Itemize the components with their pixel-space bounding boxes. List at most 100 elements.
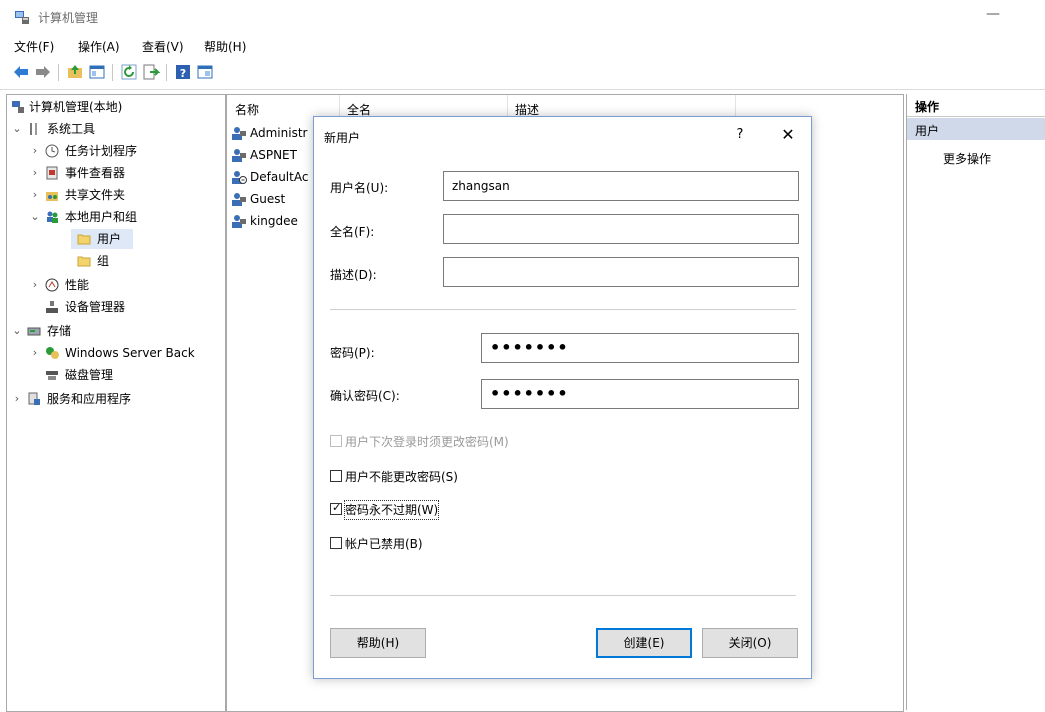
checkbox-label: 用户不能更改密码(S) [345, 470, 458, 484]
close-icon[interactable]: ✕ [778, 125, 798, 144]
chevron-right-icon[interactable]: › [29, 141, 41, 161]
console-tree: 计算机管理(本地) ⌄ 系统工具 › 任务计划程序 › 事件查看器 › 共享文件… [6, 94, 226, 712]
up-folder-icon[interactable] [66, 63, 84, 81]
folder-icon [77, 256, 91, 267]
password-field[interactable]: ••••••• [481, 333, 799, 363]
tree-label: 组 [97, 254, 110, 268]
actions-section-users[interactable]: 用户 [907, 118, 1045, 140]
chevron-down-icon[interactable]: ⌄ [11, 321, 23, 341]
tree-item-device-manager[interactable]: 设备管理器 [7, 297, 223, 317]
actions-pane: 操作 用户 更多操作 [906, 94, 1045, 710]
menu-help[interactable]: 帮助(H) [204, 38, 246, 55]
tree-item-services-apps[interactable]: › 服务和应用程序 [7, 389, 223, 409]
user-icon [232, 193, 246, 206]
help-question-button[interactable]: ? [732, 127, 748, 142]
svg-text:?: ? [180, 67, 186, 80]
tree-label: 设备管理器 [65, 300, 126, 314]
help-button[interactable]: 帮助(H) [330, 628, 426, 658]
forward-arrow-icon[interactable] [34, 63, 52, 81]
create-button[interactable]: 创建(E) [596, 628, 692, 658]
actions-header: 操作 [907, 94, 1045, 117]
chevron-right-icon[interactable]: › [29, 275, 41, 295]
tree-item-system-tools[interactable]: ⌄ 系统工具 [7, 119, 223, 139]
chevron-right-icon[interactable]: › [29, 185, 41, 205]
window-title: 计算机管理 [38, 11, 99, 25]
computer-management-icon [12, 101, 24, 113]
tree-item-users[interactable]: 用户 [7, 229, 223, 249]
chevron-down-icon[interactable]: ⌄ [11, 119, 23, 139]
tree-item-groups[interactable]: 组 [7, 251, 223, 271]
tree-label: 计算机管理(本地) [29, 100, 123, 114]
checkmark-icon: ✓ [332, 501, 342, 514]
chevron-right-icon[interactable]: › [29, 163, 41, 183]
new-user-dialog: 新用户 ? ✕ 用户名(U): zhangsan 全名(F): 描述(D): 密… [313, 116, 812, 679]
menu-view[interactable]: 查看(V) [142, 38, 184, 55]
tree-item-event-viewer[interactable]: › 事件查看器 [7, 163, 223, 183]
checkbox-box[interactable] [330, 435, 342, 447]
checkbox-box[interactable] [330, 470, 342, 482]
confirm-password-field[interactable]: ••••••• [481, 379, 799, 409]
actions-section-label: 用户 [915, 124, 940, 138]
back-arrow-icon[interactable] [12, 63, 30, 81]
dialog-title: 新用户 [324, 131, 361, 145]
checkbox-box[interactable] [330, 537, 342, 549]
more-actions-link[interactable]: 更多操作 [943, 150, 991, 167]
fullname-field[interactable] [443, 214, 799, 244]
shared-folder-icon [46, 192, 58, 201]
chevron-right-icon[interactable]: › [11, 389, 23, 409]
tree-label: 事件查看器 [65, 166, 126, 180]
tree-item-windows-server-backup[interactable]: › Windows Server Back [7, 343, 223, 363]
checkbox-box[interactable]: ✓ [330, 501, 342, 515]
device-manager-icon [46, 301, 58, 313]
actions-header-label: 操作 [915, 100, 940, 114]
user-icon [232, 215, 246, 228]
close-button[interactable]: 关闭(O) [702, 628, 798, 658]
computer-management-icon [15, 11, 29, 24]
username-field[interactable]: zhangsan [443, 171, 799, 201]
tree-label: 服务和应用程序 [47, 392, 132, 406]
tree-item-performance[interactable]: › 性能 [7, 275, 223, 295]
column-header-name[interactable]: 名称 [235, 101, 259, 118]
confirm-password-label: 确认密码(C): [330, 389, 400, 403]
list-item-label: kingdee [250, 214, 298, 228]
description-label: 描述(D): [330, 268, 377, 282]
toolbar: ? [0, 60, 1045, 85]
chevron-down-icon[interactable]: ⌄ [29, 207, 41, 227]
minimize-button[interactable]: — [983, 6, 1003, 26]
help-icon[interactable]: ? [174, 63, 192, 81]
tree-item-disk-management[interactable]: 磁盘管理 [7, 365, 223, 385]
disabled-user-icon [232, 171, 247, 184]
list-item-label: DefaultAc [250, 170, 309, 184]
tree-item-storage[interactable]: ⌄ 存储 [7, 321, 223, 341]
tree-label: 性能 [65, 278, 90, 292]
properties-pane-icon[interactable] [196, 63, 214, 81]
tree-item-shared-folders[interactable]: › 共享文件夹 [7, 185, 223, 205]
refresh-icon[interactable] [120, 63, 138, 81]
tree-label: 任务计划程序 [65, 144, 138, 158]
user-icon [232, 149, 246, 162]
username-label: 用户名(U): [330, 181, 389, 195]
performance-icon [45, 278, 59, 292]
list-item-label: Guest [250, 192, 286, 206]
tree-item-task-scheduler[interactable]: › 任务计划程序 [7, 141, 223, 161]
show-hide-tree-icon[interactable] [88, 63, 106, 81]
backup-icon [46, 347, 59, 359]
tree-label: 存储 [47, 324, 72, 338]
tree-item-computer-management[interactable]: 计算机管理(本地) [7, 97, 223, 117]
tree-label: 本地用户和组 [65, 210, 138, 224]
storage-icon [27, 327, 41, 336]
description-field[interactable] [443, 257, 799, 287]
tools-icon [30, 123, 37, 135]
folder-icon [77, 234, 91, 245]
export-list-icon[interactable] [142, 63, 160, 81]
menu-file[interactable]: 文件(F) [14, 38, 54, 55]
tree-label: 用户 [97, 232, 122, 246]
title-bar [0, 0, 1045, 34]
menu-action[interactable]: 操作(A) [78, 38, 120, 55]
tree-label: Windows Server Back [65, 346, 195, 360]
clock-icon [45, 144, 59, 158]
tree-label: 磁盘管理 [65, 368, 114, 382]
disk-icon [46, 371, 58, 380]
tree-item-local-users-groups[interactable]: ⌄ 本地用户和组 [7, 207, 223, 227]
chevron-right-icon[interactable]: › [29, 343, 41, 363]
